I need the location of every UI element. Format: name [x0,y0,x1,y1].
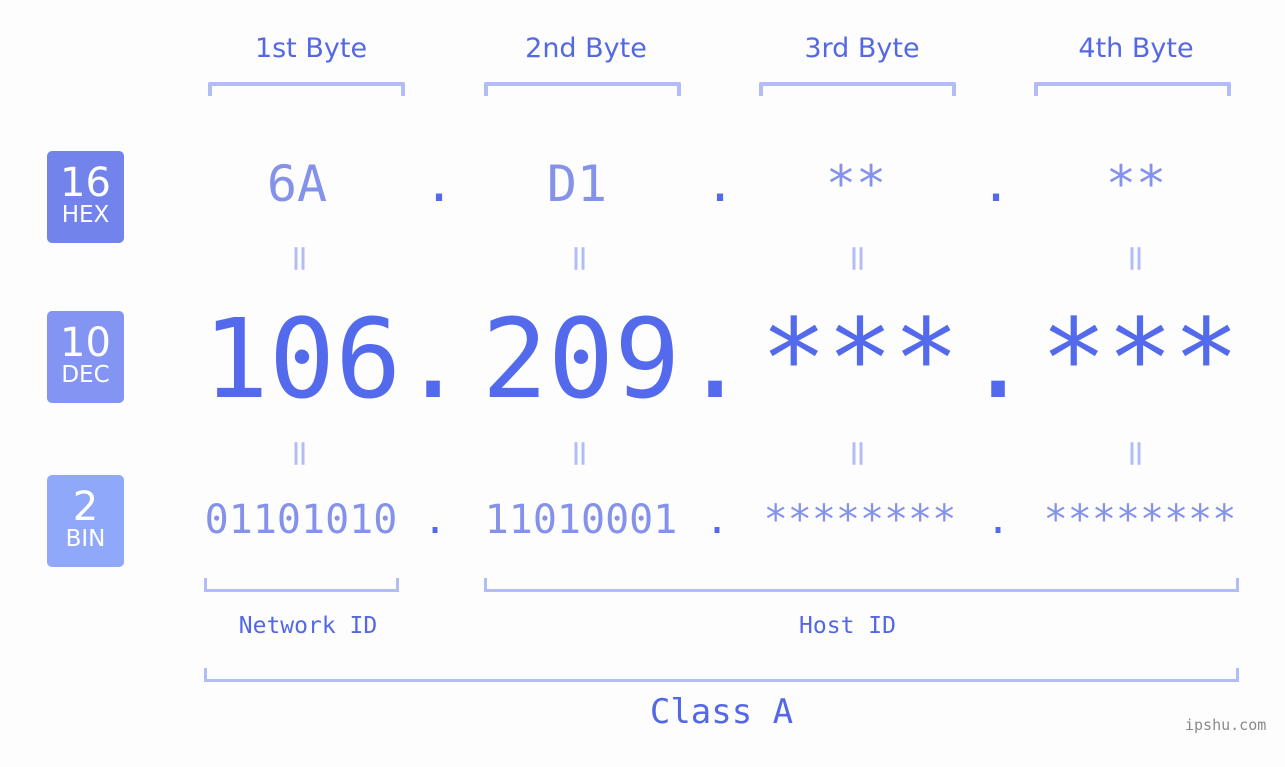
hex-value-2: D1 [546,155,608,213]
host-id-label: Host ID [799,613,896,639]
dec-value-1: 106 [202,295,402,423]
equals-icon: = [1115,438,1157,469]
byte-bracket-1 [208,82,405,96]
hex-separator-1: . [424,155,455,213]
equals-icon: = [279,243,321,274]
equals-icon: = [559,438,601,469]
bin-separator-3: . [986,497,1011,543]
equals-icon: = [1115,243,1157,274]
equals-icon: = [837,243,879,274]
dec-value-2: 209 [481,295,681,423]
equals-icon: = [279,438,321,469]
dec-badge-label: DEC [61,362,110,388]
class-bracket [204,668,1239,682]
hex-value-4: ** [1105,155,1167,213]
class-label: Class A [649,692,794,732]
equals-icon: = [559,243,601,274]
hex-badge-label: HEX [61,202,110,228]
byte-bracket-4 [1034,82,1231,96]
dec-separator-2: . [682,295,749,423]
equals-icon: = [837,438,879,469]
byte-label-4: 4th Byte [1078,33,1194,64]
hex-value-3: ** [825,155,887,213]
bin-badge-base: 2 [72,484,99,530]
bin-value-1: 01101010 [204,497,398,543]
network-id-label: Network ID [238,613,378,639]
hex-separator-2: . [705,155,736,213]
byte-bracket-2 [484,82,681,96]
bin-value-2: 11010001 [484,497,678,543]
network-id-bracket [204,578,399,592]
byte-label-3: 3rd Byte [804,33,920,64]
byte-label-1: 1st Byte [254,33,368,64]
bin-badge-label: BIN [65,526,106,552]
dec-separator-1: . [400,295,467,423]
dec-value-4: *** [1040,295,1240,423]
byte-bracket-3 [759,82,956,96]
watermark: ipshu.com [1185,716,1267,734]
bin-separator-2: . [705,497,730,543]
bin-separator-1: . [423,497,448,543]
hex-separator-3: . [981,155,1012,213]
bin-badge: 2 BIN [47,475,124,567]
dec-badge: 10 DEC [47,311,124,403]
hex-badge-base: 16 [60,160,111,206]
dec-badge-base: 10 [60,320,111,366]
hex-value-1: 6A [266,155,328,213]
dec-separator-3: . [965,295,1032,423]
bin-value-4: ******** [1043,497,1237,543]
hex-badge: 16 HEX [47,151,124,243]
byte-label-2: 2nd Byte [525,33,647,64]
bin-value-3: ******** [763,497,957,543]
dec-value-3: *** [760,295,960,423]
host-id-bracket [484,578,1239,592]
